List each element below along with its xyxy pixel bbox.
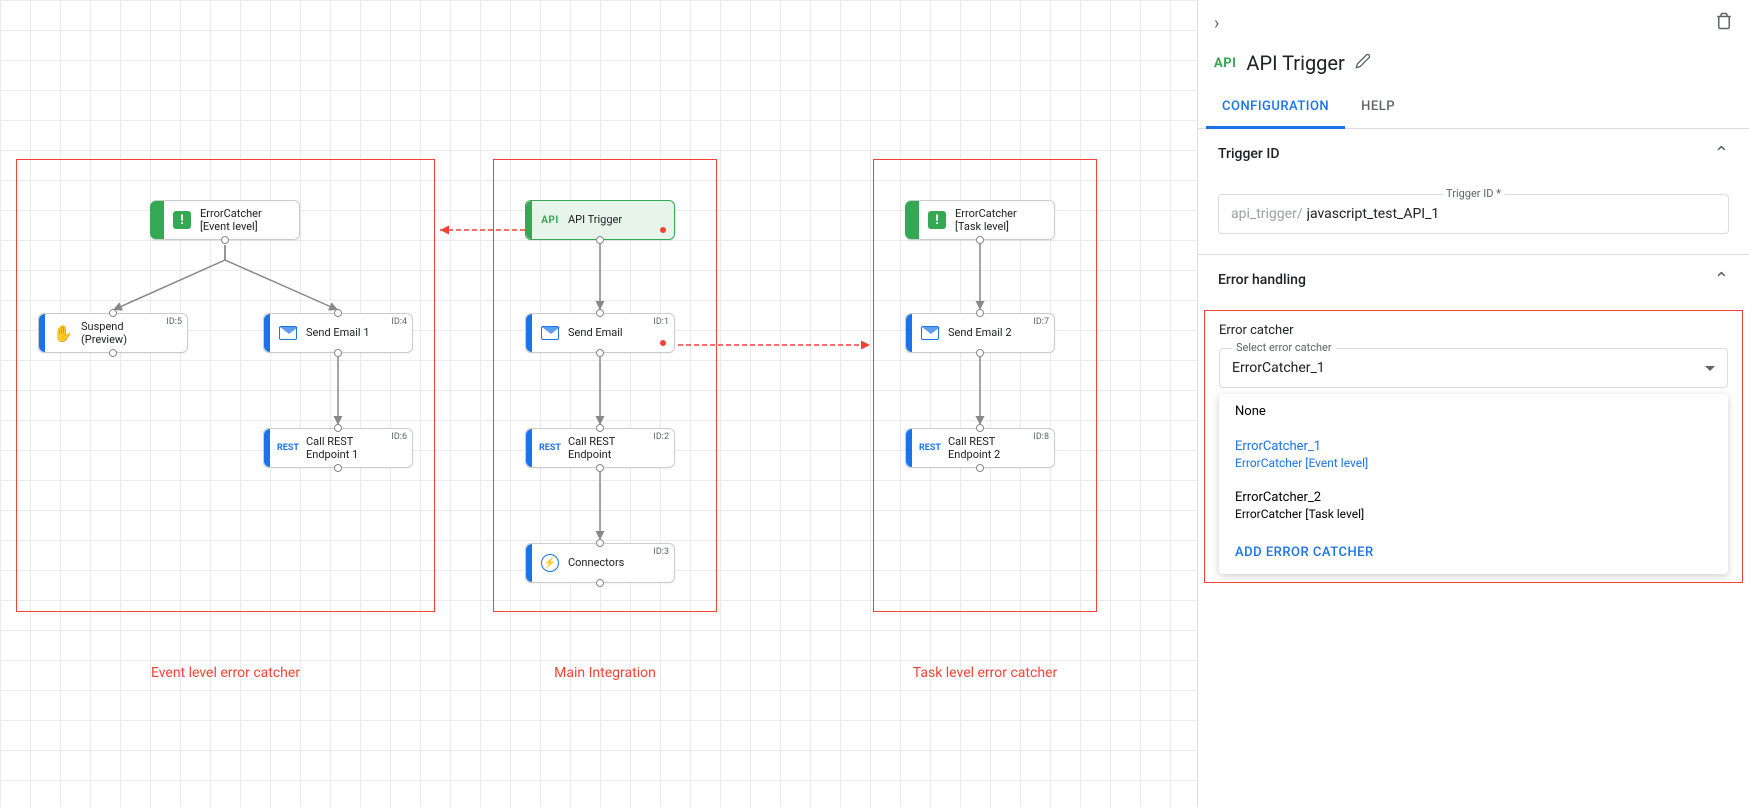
delete-button[interactable] <box>1715 12 1733 35</box>
tab-help[interactable]: HELP <box>1345 87 1411 128</box>
error-dot <box>660 227 666 233</box>
option-title: ErrorCatcher_2 <box>1235 490 1712 505</box>
node-api-trigger[interactable]: API API Trigger <box>525 200 675 240</box>
email-icon <box>279 326 297 340</box>
error-catcher-dropdown: None ErrorCatcher_1 ErrorCatcher [Event … <box>1219 394 1728 574</box>
section-error-handling: Error handling ⌃ Error catcher Select er… <box>1198 255 1749 589</box>
select-value: ErrorCatcher_1 <box>1232 360 1705 376</box>
error-catcher-select[interactable]: Select error catcher ErrorCatcher_1 <box>1219 348 1728 388</box>
edit-title-button[interactable] <box>1355 53 1371 73</box>
section-trigger-id: Trigger ID ⌃ Trigger ID * api_trigger/ <box>1198 129 1749 255</box>
option-subtitle: ErrorCatcher [Event level] <box>1235 456 1712 470</box>
email-icon <box>541 326 559 340</box>
chevron-up-icon: ⌃ <box>1714 269 1729 290</box>
input-label: Trigger ID * <box>1442 187 1505 200</box>
node-label: ErrorCatcher [Event level] <box>196 207 299 233</box>
caption-task-level: Task level error catcher <box>873 665 1097 681</box>
add-error-catcher-button[interactable]: ADD ERROR CATCHER <box>1219 531 1728 574</box>
node-id: ID:5 <box>166 317 182 327</box>
api-icon: API <box>541 215 559 226</box>
node-id: ID:3 <box>653 547 669 557</box>
option-title: ErrorCatcher_1 <box>1235 439 1712 454</box>
dropdown-option-errorcatcher-2[interactable]: ErrorCatcher_2 ErrorCatcher [Task level] <box>1219 480 1728 531</box>
panel-title: API Trigger <box>1246 51 1344 75</box>
error-catcher-title: Error catcher <box>1219 323 1728 338</box>
node-label: Connectors <box>564 556 674 569</box>
section-title: Trigger ID <box>1218 146 1279 162</box>
select-label: Select error catcher <box>1232 341 1336 354</box>
option-title: None <box>1235 404 1712 419</box>
dropdown-option-none[interactable]: None <box>1219 394 1728 429</box>
section-header-trigger-id[interactable]: Trigger ID ⌃ <box>1198 129 1749 178</box>
node-suspend[interactable]: ✋ Suspend (Preview) ID:5 <box>38 313 188 353</box>
node-send-email-1[interactable]: Send Email 1 ID:4 <box>263 313 413 353</box>
node-errorcatcher-task[interactable]: ! ErrorCatcher [Task level] <box>905 200 1055 240</box>
input-prefix: api_trigger/ <box>1231 206 1303 222</box>
trigger-id-input[interactable] <box>1307 206 1716 222</box>
api-icon: API <box>1214 56 1236 71</box>
node-errorcatcher-event[interactable]: ! ErrorCatcher [Event level] <box>150 200 300 240</box>
node-id: ID:1 <box>653 317 669 327</box>
panel-header: › <box>1198 0 1749 47</box>
chevron-down-icon <box>1705 366 1715 371</box>
node-label: API Trigger <box>564 213 674 226</box>
hand-icon: ✋ <box>53 324 73 343</box>
option-subtitle: ErrorCatcher [Task level] <box>1235 507 1712 521</box>
integration-canvas[interactable]: Event level error catcher Main Integrati… <box>0 0 1197 807</box>
node-label: Send Email <box>564 326 674 339</box>
chevron-up-icon: ⌃ <box>1714 143 1729 164</box>
error-icon: ! <box>173 211 191 229</box>
node-label: ErrorCatcher [Task level] <box>951 207 1054 233</box>
caption-main: Main Integration <box>493 665 717 681</box>
node-rest-2[interactable]: REST Call REST Endpoint 2 ID:8 <box>905 428 1055 468</box>
node-send-email-2[interactable]: Send Email 2 ID:7 <box>905 313 1055 353</box>
node-rest-1[interactable]: REST Call REST Endpoint 1 ID:6 <box>263 428 413 468</box>
error-dot <box>660 340 666 346</box>
rest-icon: REST <box>919 443 941 453</box>
section-header-error-handling[interactable]: Error handling ⌃ <box>1198 255 1749 304</box>
node-connectors[interactable]: ⚡ Connectors ID:3 <box>525 543 675 583</box>
section-title: Error handling <box>1218 272 1306 288</box>
node-send-email[interactable]: Send Email ID:1 <box>525 313 675 353</box>
caption-event-level: Event level error catcher <box>16 665 435 681</box>
dropdown-option-errorcatcher-1[interactable]: ErrorCatcher_1 ErrorCatcher [Event level… <box>1219 429 1728 480</box>
node-id: ID:7 <box>1033 317 1049 327</box>
node-rest[interactable]: REST Call REST Endpoint ID:2 <box>525 428 675 468</box>
node-id: ID:8 <box>1033 432 1049 442</box>
properties-panel: › API API Trigger CONFIGURATION HELP Tri… <box>1197 0 1749 807</box>
node-label: Send Email 2 <box>944 326 1054 339</box>
panel-title-row: API API Trigger <box>1198 47 1749 87</box>
node-id: ID:4 <box>391 317 407 327</box>
rest-icon: REST <box>277 443 299 453</box>
email-icon <box>921 326 939 340</box>
rest-icon: REST <box>539 443 561 453</box>
node-id: ID:2 <box>653 432 669 442</box>
trigger-id-input-wrap[interactable]: Trigger ID * api_trigger/ <box>1218 194 1729 234</box>
tabs: CONFIGURATION HELP <box>1198 87 1749 129</box>
error-icon: ! <box>928 211 946 229</box>
node-label: Send Email 1 <box>302 326 412 339</box>
tab-configuration[interactable]: CONFIGURATION <box>1206 87 1345 129</box>
node-id: ID:6 <box>391 432 407 442</box>
error-catcher-block: Error catcher Select error catcher Error… <box>1204 310 1743 583</box>
connector-icon: ⚡ <box>541 554 559 572</box>
collapse-panel-button[interactable]: › <box>1214 13 1219 34</box>
